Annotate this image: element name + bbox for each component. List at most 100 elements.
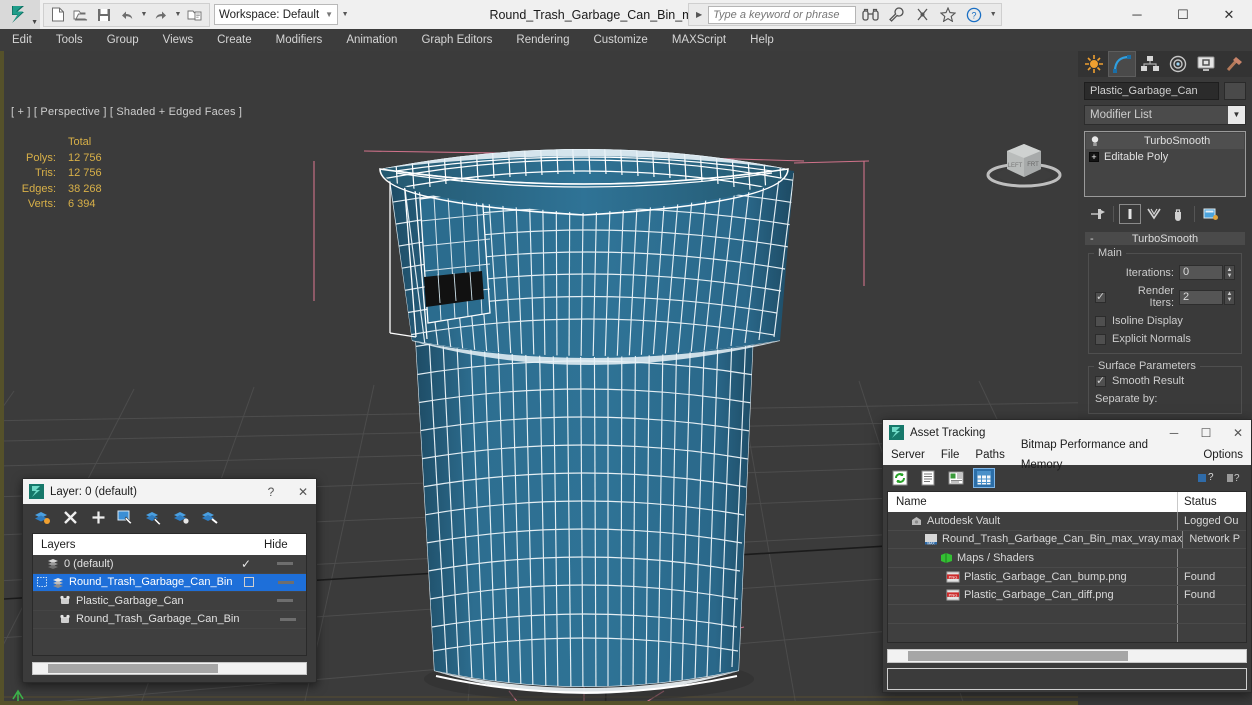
explicit-normals-checkbox[interactable] [1095,333,1106,345]
highlight-selected-icon[interactable] [173,508,191,526]
pin-stack-icon[interactable] [1086,204,1108,224]
layer-row[interactable]: Round_Trash_Garbage_Can_Bin [33,611,306,629]
layer-list[interactable]: Layers Hide 0 (default) ✓ Round_Trash_Ga… [32,533,307,656]
utilities-tab-icon[interactable] [1220,51,1248,77]
help-icon[interactable]: ? [962,5,986,24]
menu-item-modifiers[interactable]: Modifiers [264,29,335,51]
isoline-display-row[interactable]: Isoline Display [1095,315,1235,327]
menu-item-edit[interactable]: Edit [0,29,44,51]
asset-row[interactable]: PNG Plastic_Garbage_Can_diff.png Found [888,586,1246,605]
hide-layer-icon[interactable] [201,508,219,526]
render-iters-stepper[interactable]: ▲ ▼ [1224,289,1235,305]
layer-hide-toggle[interactable] [277,599,293,603]
select-objects-icon[interactable] [117,508,135,526]
close-button[interactable]: ✕ [1206,0,1252,29]
menu-item-group[interactable]: Group [95,29,151,51]
select-highlighted-icon[interactable] [145,508,163,526]
rollout-header[interactable]: - TurboSmooth [1084,231,1246,246]
modify-tab-icon[interactable] [1108,51,1136,77]
chevron-down-icon[interactable]: ▼ [1228,106,1245,124]
asset-row[interactable]: PNG Plastic_Garbage_Can_bump.png Found [888,567,1246,587]
open-icon[interactable] [70,4,92,25]
asset-row[interactable] [888,604,1246,624]
layer-row[interactable]: Round_Trash_Garbage_Can_Bin [33,573,306,592]
layer-dialog-titlebar[interactable]: Layer: 0 (default) ? ✕ [23,479,316,504]
add-selection-icon[interactable] [89,508,107,526]
render-iters-checkbox[interactable] [1095,290,1106,303]
object-name-field[interactable]: Plastic_Garbage_Can [1084,82,1219,100]
render-iters-spinner[interactable]: 2 [1179,289,1223,305]
asset-menu-options[interactable]: Options [1195,445,1251,465]
search-expand-icon[interactable]: ▶ [692,10,706,19]
iterations-stepper[interactable]: ▲ ▼ [1224,265,1235,280]
maximize-button[interactable]: ☐ [1160,0,1206,29]
minimize-button[interactable]: ─ [1114,0,1160,29]
menu-item-create[interactable]: Create [205,29,264,51]
configure-sets-icon[interactable] [1200,204,1222,224]
asset-close-button[interactable]: ✕ [1225,420,1251,445]
star-icon[interactable] [936,5,960,24]
undo-dropdown-icon[interactable]: ▼ [139,11,149,18]
scrollbar-thumb[interactable] [48,664,218,673]
binoculars-icon[interactable] [858,5,882,24]
lightbulb-icon[interactable] [1089,135,1101,148]
redo-dropdown-icon[interactable]: ▼ [173,11,183,18]
asset-table[interactable]: Name Status Autodesk Vault Logged Ou MAX… [887,491,1247,644]
layer-hide-toggle[interactable] [280,617,297,621]
menu-item-help[interactable]: Help [738,29,786,51]
menu-item-customize[interactable]: Customize [581,29,659,51]
delete-layer-icon[interactable] [61,508,79,526]
layer-hide-toggle[interactable] [277,562,293,566]
display-tab-icon[interactable] [1192,51,1220,77]
viewport-label[interactable]: [ + ] [ Perspective ] [ Shaded + Edged F… [11,106,242,118]
asset-menu-paths[interactable]: Paths [967,445,1012,465]
asset-row[interactable]: Maps / Shaders [888,549,1246,568]
help-dropdown-icon[interactable]: ▼ [988,11,998,18]
asset-row[interactable]: MAX Round_Trash_Garbage_Can_Bin_max_vray… [888,530,1246,550]
remove-modifier-icon[interactable] [1167,204,1189,224]
modifier-list-dropdown[interactable]: Modifier List ▼ [1084,105,1246,125]
modifier-stack[interactable]: TurboSmooth + Editable Poly [1084,131,1246,197]
hierarchy-tab-icon[interactable] [1136,51,1164,77]
menu-item-maxscript[interactable]: MAXScript [660,29,738,51]
wrench-icon[interactable] [884,5,908,24]
layer-visibility-checkbox[interactable] [244,577,255,588]
layer-horizontal-scrollbar[interactable] [32,662,307,675]
asset-menu-file[interactable]: File [933,445,968,465]
plus-box-icon[interactable]: + [1089,152,1099,162]
grid-view-icon[interactable] [973,468,995,488]
object-color-swatch[interactable] [1224,82,1246,100]
layer-row[interactable]: Plastic_Garbage_Can [33,592,306,611]
set-project-icon[interactable] [184,4,206,25]
new-icon[interactable] [47,4,69,25]
help-new-icon[interactable]: ? [1195,468,1217,488]
show-end-result-icon[interactable] [1119,204,1141,224]
layer-close-button[interactable]: ✕ [290,479,316,504]
list-view-icon[interactable] [917,468,939,488]
workspace-menu-icon[interactable]: ▼ [340,11,350,18]
menu-item-tools[interactable]: Tools [44,29,95,51]
expand-box-icon[interactable] [37,577,47,588]
explicit-normals-row[interactable]: Explicit Normals [1095,333,1235,345]
asset-maximize-button[interactable]: ☐ [1193,420,1219,445]
redo-icon[interactable] [150,4,172,25]
asset-row[interactable]: Autodesk Vault Logged Ou [888,512,1246,531]
asset-menu-bitmap-performance[interactable]: Bitmap Performance and Memory [1013,435,1196,475]
layer-hide-toggle[interactable] [278,580,295,584]
refresh-icon[interactable] [889,468,911,488]
undo-icon[interactable] [116,4,138,25]
layer-dialog[interactable]: Layer: 0 (default) ? ✕ Layers Hide 0 (de… [22,478,317,683]
motion-tab-icon[interactable] [1164,51,1192,77]
scrollbar-thumb[interactable] [908,651,1128,662]
asset-menu-server[interactable]: Server [883,445,933,465]
menu-item-rendering[interactable]: Rendering [504,29,581,51]
stack-item-editable-poly[interactable]: + Editable Poly [1086,149,1244,165]
layer-visibility-check[interactable]: ✓ [241,557,251,571]
asset-horizontal-scrollbar[interactable] [887,649,1247,664]
workspace-selector[interactable]: Workspace: Default ▼ [214,4,339,25]
layer-help-button[interactable]: ? [258,479,284,504]
workspace-chevron-icon[interactable]: ▼ [325,10,333,19]
smooth-result-checkbox[interactable] [1095,374,1106,387]
thumbnail-view-icon[interactable] [945,468,967,488]
asset-row[interactable] [888,623,1246,643]
